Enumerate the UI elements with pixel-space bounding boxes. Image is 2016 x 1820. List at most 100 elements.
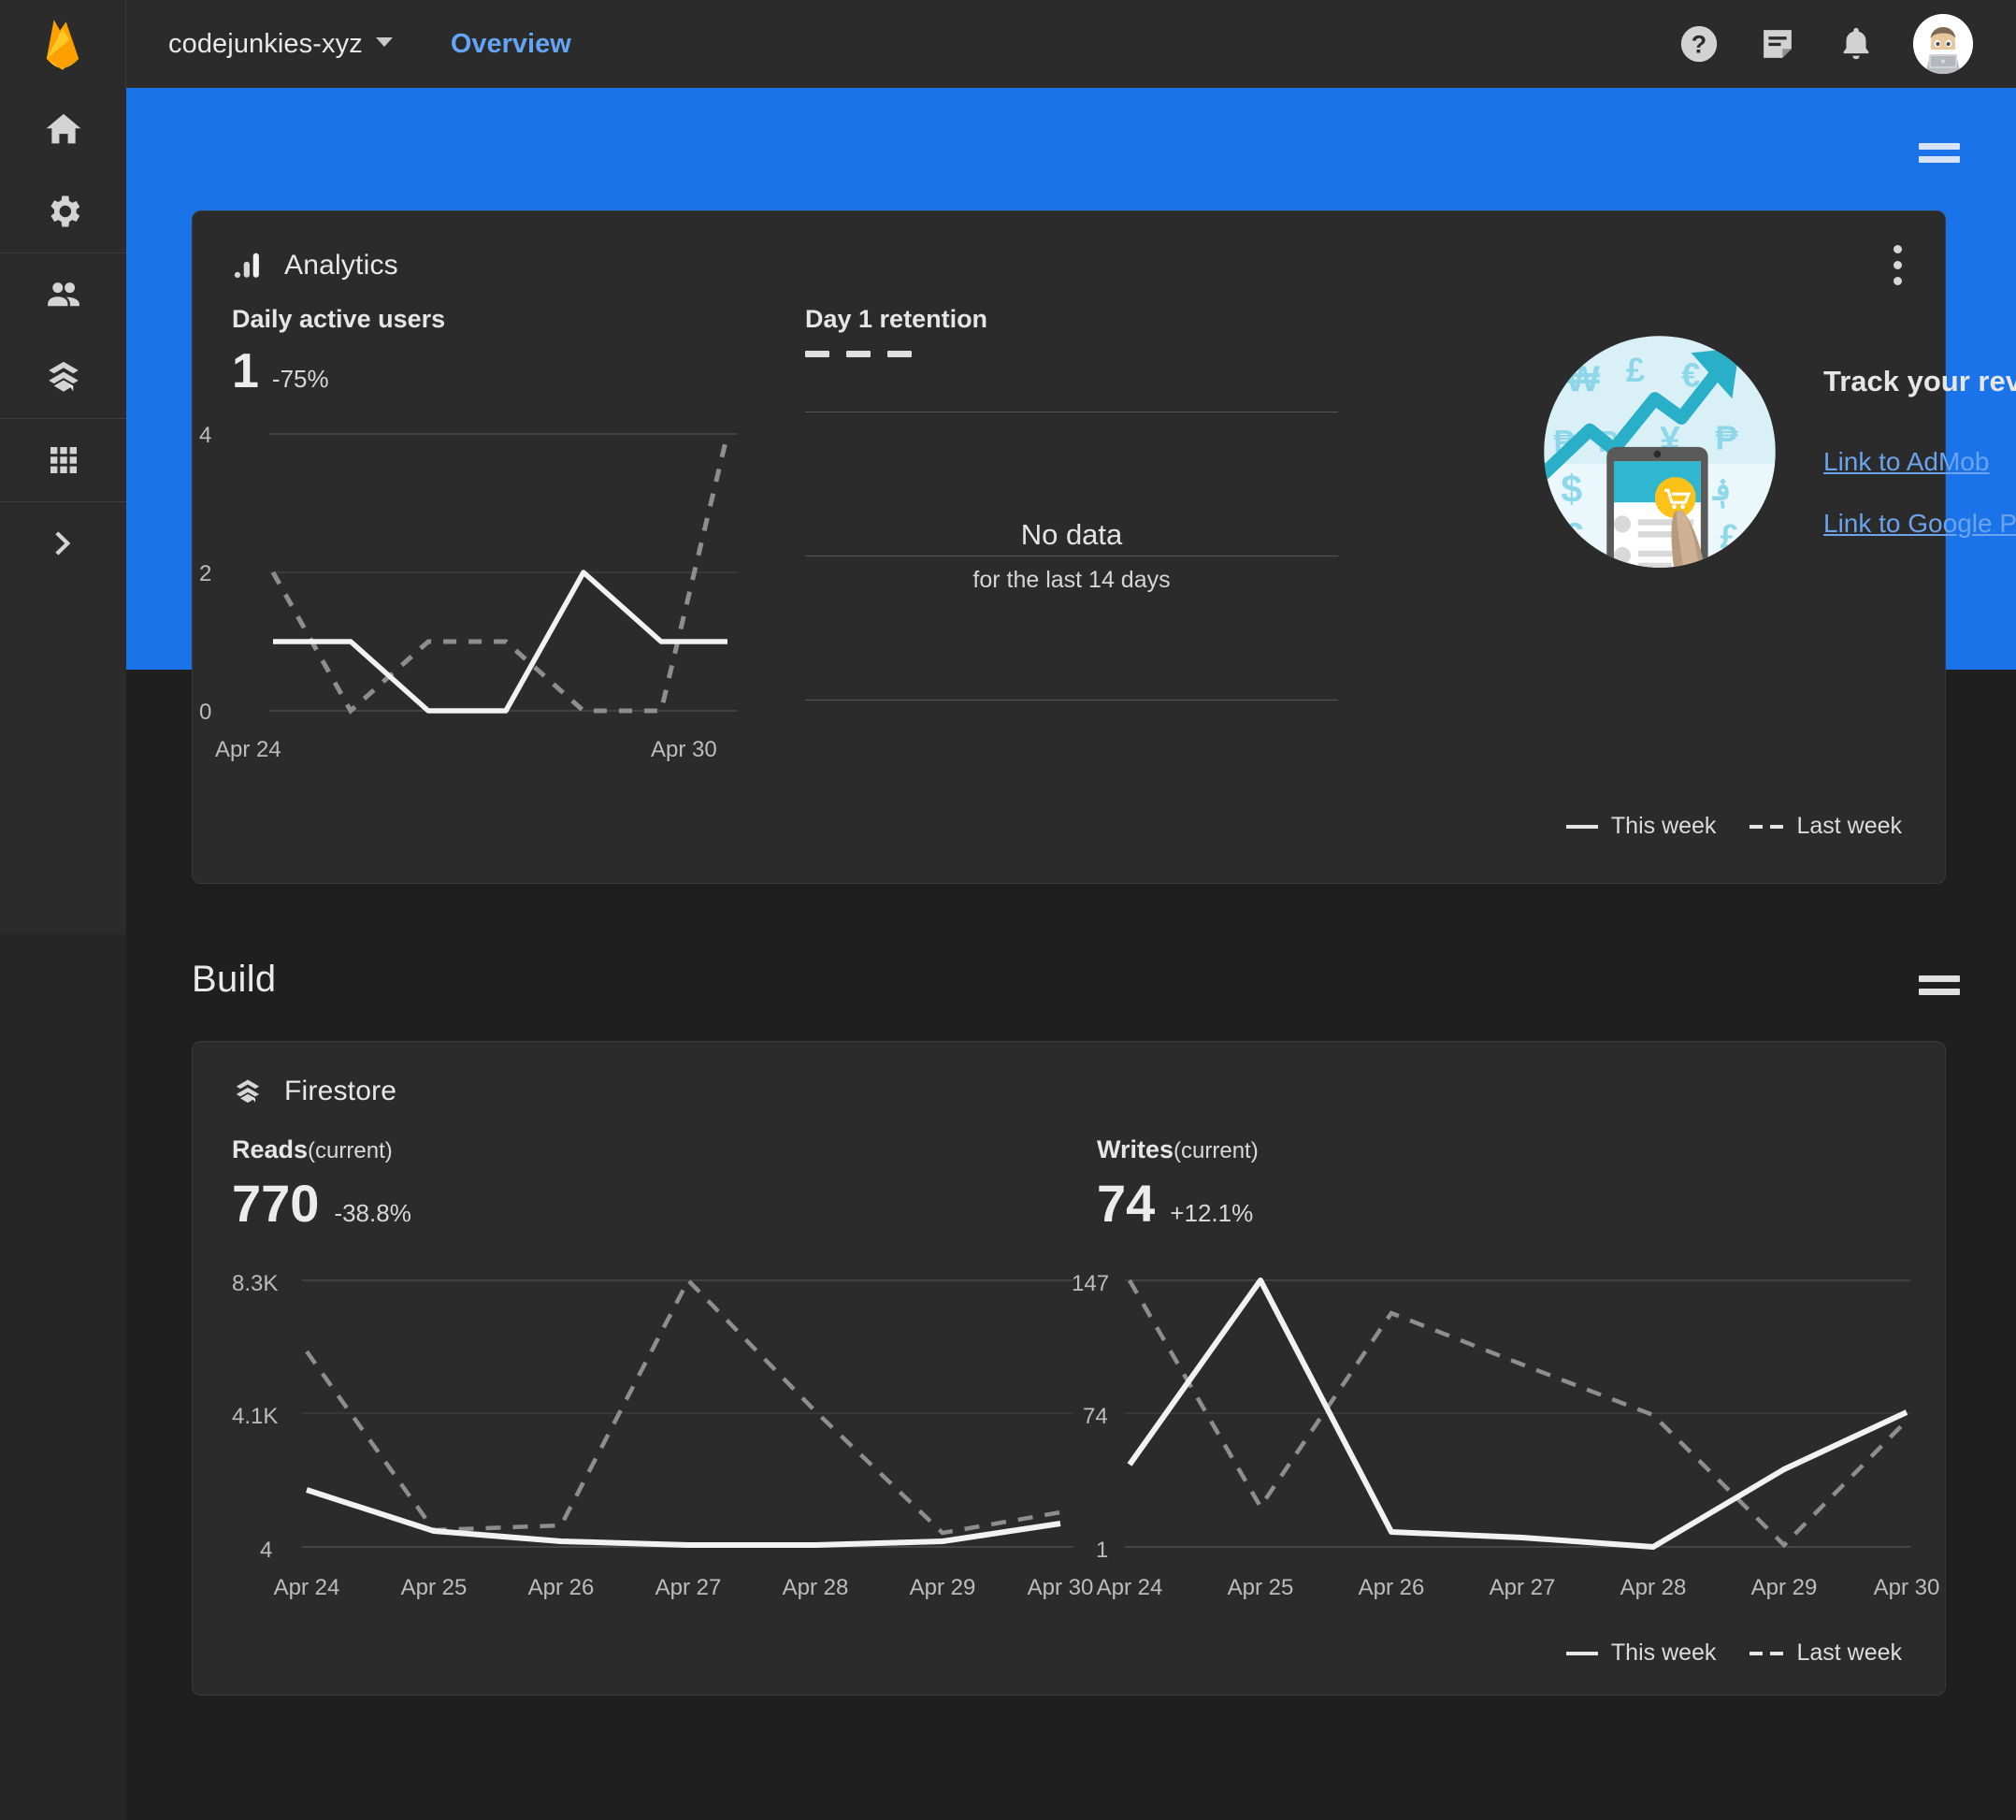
chevron-down-icon	[375, 36, 393, 47]
writes-label: Writes	[1097, 1135, 1174, 1163]
dau-ytick-0: 0	[199, 700, 212, 725]
retention-empty-chart: No data for the last 14 days	[805, 412, 1338, 701]
svg-text:£: £	[1626, 351, 1645, 389]
sidebar-item-authentication[interactable]	[0, 253, 126, 336]
nav-overview-link[interactable]: Overview	[451, 29, 571, 60]
revenue-promo-panel: ₩ £ € ₱ ₪ ¥ ₱ $ ؋ € £ Track your rev Lin…	[1539, 331, 2016, 572]
sidebar-item-all-products[interactable]	[0, 419, 126, 501]
reads-value: 770	[232, 1174, 320, 1233]
drag-handle-bar	[1919, 156, 1960, 163]
retention-dash	[887, 351, 912, 357]
reads-label-row: Reads(current)	[232, 1135, 411, 1164]
analytics-bars-icon	[232, 250, 264, 282]
reads-last-week-series	[305, 1277, 1061, 1536]
legend-this-week: This week	[1565, 1639, 1717, 1667]
rail-group-primary	[0, 88, 126, 253]
svg-text:؋: ؋	[1712, 473, 1732, 509]
analytics-card-title: Analytics	[284, 249, 398, 281]
svg-text:$: $	[1561, 468, 1582, 511]
dau-xtick-end: Apr 30	[651, 737, 717, 762]
reads-this-week-series	[306, 1487, 1061, 1548]
analytics-chart-legend: This week Last week	[1565, 813, 1902, 840]
reads-value-row: 770 -38.8%	[232, 1177, 411, 1230]
firebase-flame-icon	[46, 20, 79, 70]
dau-ytick-4: 4	[199, 423, 212, 448]
reads-xtick: Apr 26	[527, 1575, 595, 1600]
reads-delta: -38.8%	[334, 1199, 411, 1227]
top-app-bar: codejunkies-xyz Overview ?	[0, 0, 2016, 88]
writes-xtick: Apr 27	[1489, 1575, 1556, 1600]
legend-this-week-label: This week	[1610, 1639, 1717, 1666]
dau-value-row: 1 -75%	[232, 347, 737, 396]
help-button[interactable]: ?	[1678, 22, 1721, 65]
legend-this-week: This week	[1565, 813, 1716, 840]
analytics-card-header: Analytics	[193, 211, 1945, 285]
svg-text:₱: ₱	[1715, 418, 1738, 456]
reads-sublabel: (current)	[308, 1138, 393, 1163]
writes-xtick: Apr 30	[1873, 1575, 1940, 1600]
more-vert-dot	[1893, 245, 1902, 253]
writes-xtick: Apr 25	[1227, 1575, 1294, 1600]
writes-ytick-mid: 74	[1083, 1404, 1108, 1429]
writes-ytick-base: 1	[1096, 1538, 1109, 1563]
project-name-label: codejunkies-xyz	[168, 28, 363, 59]
reads-ytick-top: 8.3K	[232, 1271, 279, 1296]
firestore-layers-icon	[48, 361, 79, 392]
gear-icon	[50, 195, 79, 227]
reads-ytick-mid: 4.1K	[232, 1404, 279, 1429]
sidebar-item-expand[interactable]	[0, 502, 126, 585]
writes-value: 74	[1097, 1174, 1156, 1233]
left-nav-rail	[0, 88, 126, 1820]
legend-dashed-swatch	[1750, 1651, 1784, 1655]
build-section-heading: Build	[192, 959, 277, 1000]
reads-xtick: Apr 28	[782, 1575, 849, 1600]
drag-handle-bar	[1919, 975, 1960, 982]
build-drag-handle[interactable]	[1919, 975, 1960, 996]
svg-text:£: £	[1721, 517, 1739, 556]
writes-label-row: Writes(current)	[1097, 1135, 1259, 1164]
firebase-console-overview: codejunkies-xyz Overview ? Analytics Dai…	[0, 0, 2016, 1820]
project-selector[interactable]: codejunkies-xyz	[168, 29, 393, 60]
writes-xtick: Apr 29	[1750, 1575, 1818, 1600]
svg-text:₩: ₩	[1565, 360, 1600, 400]
analytics-card-menu-button[interactable]	[1893, 245, 1906, 285]
svg-text:€: €	[1563, 516, 1584, 556]
banner-drag-handle[interactable]	[1919, 143, 1960, 164]
gridline	[805, 700, 1338, 701]
rail-group-products	[0, 253, 126, 419]
grid-apps-icon	[50, 447, 77, 473]
legend-solid-swatch	[1565, 824, 1598, 829]
link-to-google-play[interactable]: Link to Google Play	[1823, 509, 2016, 539]
legend-last-week-label: Last week	[1796, 1639, 1902, 1666]
people-icon	[47, 282, 79, 307]
writes-sublabel: (current)	[1174, 1138, 1259, 1163]
svg-text:?: ?	[1692, 31, 1706, 59]
firebase-logo[interactable]	[0, 0, 126, 88]
sidebar-item-settings[interactable]	[0, 170, 126, 253]
dau-xtick-start: Apr 24	[215, 737, 281, 762]
retention-nodata-subtitle: for the last 14 days	[972, 567, 1171, 593]
reads-xtick: Apr 24	[273, 1575, 340, 1600]
promo-heading: Track your revenue!	[1823, 365, 2016, 397]
more-vert-dot	[1893, 277, 1902, 285]
writes-delta: +12.1%	[1170, 1199, 1254, 1227]
link-to-admob[interactable]: Link to AdMob	[1823, 447, 2016, 477]
reads-label: Reads	[232, 1135, 309, 1163]
legend-last-week: Last week	[1750, 813, 1902, 840]
feedback-button[interactable]	[1756, 22, 1799, 65]
legend-last-week: Last week	[1750, 1639, 1902, 1667]
rail-lower-surface	[0, 934, 126, 1820]
notifications-button[interactable]	[1835, 22, 1878, 65]
help-circle-icon: ?	[1680, 25, 1718, 63]
sidebar-item-firestore[interactable]	[0, 336, 126, 418]
retention-empty-value	[805, 351, 1338, 357]
avatar[interactable]	[1913, 14, 1973, 74]
dau-ytick-2: 2	[199, 561, 212, 586]
chevron-right-icon	[54, 531, 70, 556]
retention-dash	[805, 351, 829, 357]
sidebar-item-home[interactable]	[0, 88, 126, 170]
legend-dashed-swatch	[1750, 824, 1784, 829]
reads-chart	[302, 1277, 1073, 1548]
firestore-card-header: Firestore	[193, 1042, 1945, 1107]
dau-value: 1	[232, 344, 259, 398]
